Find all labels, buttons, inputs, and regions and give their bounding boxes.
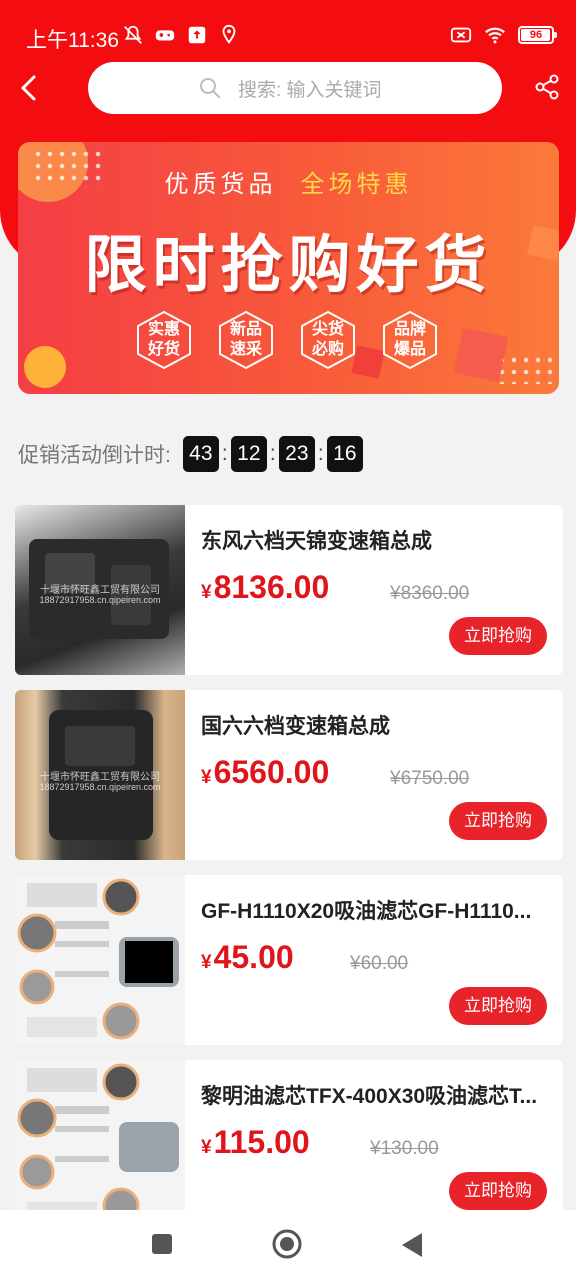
search-placeholder: 搜索: 输入关键词 — [238, 79, 382, 101]
countdown-seconds: 23 — [278, 436, 315, 472]
banner-badge: 实惠 好货 — [136, 310, 192, 370]
product-image[interactable]: 十堰市怀旺鑫工贸有限公司 18872917958.cn.qipeiren.com — [15, 690, 185, 860]
product-name[interactable]: GF-H1110X20吸油滤芯GF-H1110... — [201, 895, 549, 925]
share-icon[interactable] — [532, 72, 562, 102]
back-triangle-icon[interactable] — [400, 1232, 424, 1258]
banner-decor-cube — [453, 327, 509, 383]
banner-badge: 尖货 必购 — [300, 310, 356, 370]
product-image[interactable]: 十堰市怀旺鑫工贸有限公司 18872917958.cn.qipeiren.com — [15, 505, 185, 675]
product-card[interactable]: 十堰市怀旺鑫工贸有限公司 18872917958.cn.qipeiren.com… — [15, 505, 563, 675]
banner-badge: 新品 速采 — [218, 310, 274, 370]
buy-now-button[interactable]: 立即抢购 — [449, 617, 547, 655]
product-card[interactable]: 十堰市怀旺鑫工贸有限公司 18872917958.cn.qipeiren.com… — [15, 690, 563, 860]
product-price: ¥115.00 — [201, 1124, 310, 1160]
product-card[interactable]: GF-H1110X20吸油滤芯GF-H1110... ¥45.00 ¥60.00… — [15, 875, 563, 1045]
upload-icon — [188, 26, 206, 44]
promo-countdown: 促销活动倒计时: 43 : 12 : 23 : 16 — [18, 436, 363, 472]
back-arrow-icon[interactable] — [14, 72, 46, 104]
countdown-minutes: 12 — [230, 436, 267, 472]
product-original-price: ¥6750.00 — [390, 768, 470, 789]
countdown-hours: 43 — [182, 436, 219, 472]
product-name[interactable]: 黎明油滤芯TFX-400X30吸油滤芯T... — [201, 1080, 549, 1110]
product-price: ¥45.00 — [201, 939, 294, 975]
mute-bell-icon — [124, 25, 142, 44]
product-name[interactable]: 国六六档变速箱总成 — [201, 710, 549, 740]
filter-diagram-image — [17, 878, 179, 1040]
promo-banner[interactable]: 优质货品 全场特惠 限时抢购好货 实惠 好货 新品 速采 尖货 必购 品牌 爆品 — [18, 142, 559, 394]
buy-now-button[interactable]: 立即抢购 — [449, 987, 547, 1025]
banner-badge: 品牌 爆品 — [382, 310, 438, 370]
system-nav-bar — [0, 1210, 576, 1280]
recent-apps-icon[interactable] — [150, 1232, 174, 1256]
countdown-milliseconds: 16 — [326, 436, 363, 472]
product-original-price: ¥130.00 — [370, 1138, 439, 1159]
sim-off-icon — [450, 27, 472, 43]
product-original-price: ¥60.00 — [350, 953, 409, 974]
product-price: ¥6560.00 — [201, 754, 330, 790]
banner-decor-circle — [24, 346, 66, 388]
top-nav: 搜索: 输入关键词 — [0, 60, 576, 116]
filter-diagram-image — [17, 1063, 179, 1225]
product-name[interactable]: 东风六档天锦变速箱总成 — [201, 525, 549, 555]
product-card[interactable]: 黎明油滤芯TFX-400X30吸油滤芯T... ¥115.00 ¥130.00 … — [15, 1060, 563, 1230]
search-input[interactable]: 搜索: 输入关键词 — [88, 62, 502, 114]
location-icon — [222, 24, 236, 44]
banner-subtitle: 优质货品 全场特惠 — [164, 171, 413, 198]
battery-indicator: 96 — [518, 26, 557, 44]
buy-now-button[interactable]: 立即抢购 — [449, 802, 547, 840]
banner-badges: 实惠 好货 新品 速采 尖货 必购 品牌 爆品 — [136, 310, 438, 370]
banner-decor-dots — [496, 354, 558, 384]
product-price: ¥8136.00 — [201, 569, 330, 605]
search-icon — [200, 78, 220, 98]
gamepad-icon — [155, 30, 175, 41]
home-icon[interactable] — [272, 1229, 302, 1259]
buy-now-button[interactable]: 立即抢购 — [449, 1172, 547, 1210]
banner-title: 限时抢购好货 — [84, 231, 493, 300]
product-image[interactable] — [15, 1060, 185, 1230]
wifi-icon — [485, 27, 505, 44]
status-time: 上午11:36 — [26, 29, 119, 52]
product-original-price: ¥8360.00 — [390, 583, 470, 604]
product-image[interactable] — [15, 875, 185, 1045]
countdown-label: 促销活动倒计时: — [18, 444, 171, 467]
